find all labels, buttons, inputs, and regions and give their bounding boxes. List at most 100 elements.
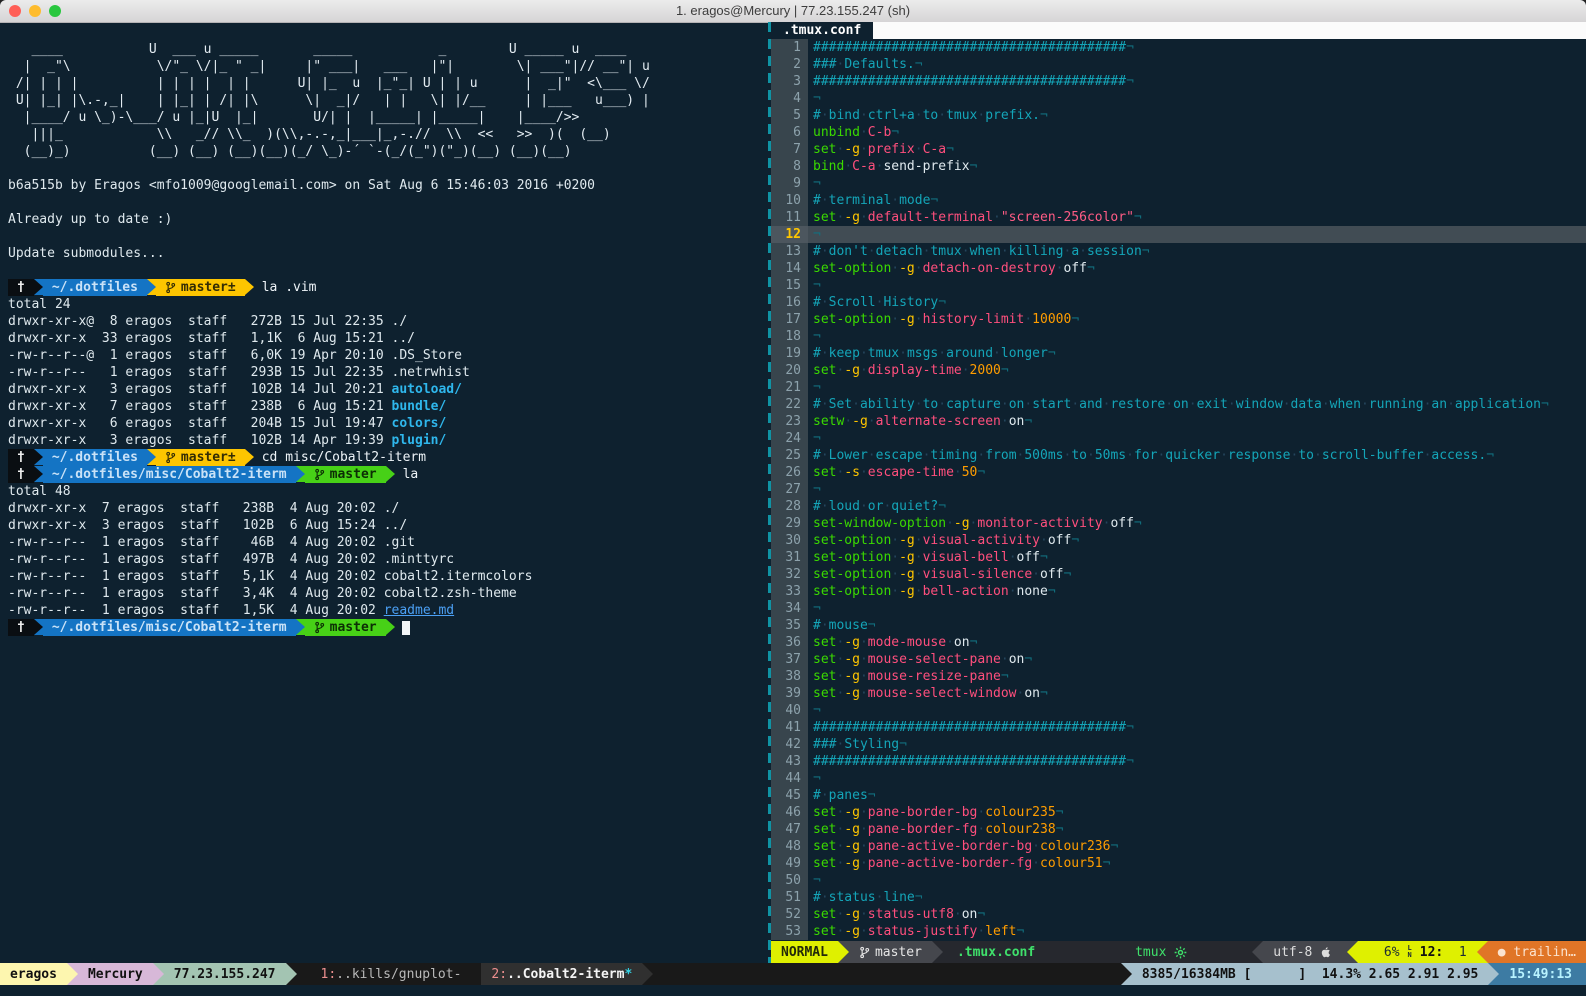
line-number: 30 xyxy=(771,532,808,549)
vim-line: 30set-option·-g·visual-activity·off¬ xyxy=(771,532,1586,549)
vim-mode-indicator: NORMAL xyxy=(771,941,838,963)
powerline-separator xyxy=(1121,963,1132,985)
vim-line-text: #·don't·detach·tmux·when·killing·a·sessi… xyxy=(808,243,1586,260)
tmux-status-bar: eragosMercury77.23.155.2471:..kills/gnup… xyxy=(0,963,1586,985)
terminal-line xyxy=(8,24,776,41)
line-number: 27 xyxy=(771,481,808,498)
vim-line: 8bind·C-a·send-prefix¬ xyxy=(771,158,1586,175)
vim-line: 10#·terminal·mode¬ xyxy=(771,192,1586,209)
line-number-icon: LN xyxy=(1408,945,1412,959)
file-list-row: drwxr-xr-x 3 eragos staff 102B 14 Jul 20… xyxy=(8,381,776,398)
statusline-filename: .tmux.conf xyxy=(943,941,1045,963)
vim-pane[interactable]: .tmux.conf 1############################… xyxy=(771,22,1586,963)
vim-line: 4¬ xyxy=(771,90,1586,107)
vim-line: 50¬ xyxy=(771,872,1586,889)
vim-line: 33set-option·-g·bell-action·none¬ xyxy=(771,583,1586,600)
terminal-cursor[interactable] xyxy=(402,621,410,635)
vim-line-text: ¬ xyxy=(808,702,1586,719)
powerline-separator xyxy=(34,279,43,295)
statusline-position: 6%LN12: 1 xyxy=(1358,941,1477,963)
file-list-row: -rw-r--r-- 1 eragos staff 5,1K 4 Aug 20:… xyxy=(8,568,776,585)
window-title: 1. eragos@Mercury | 77.23.155.247 (sh) xyxy=(0,0,1586,22)
vim-line-text: set·-g·pane-border-fg·colour238¬ xyxy=(808,821,1586,838)
prompt-git-segment: master xyxy=(305,466,386,483)
vim-buffer[interactable]: 1#######################################… xyxy=(771,39,1586,940)
vim-line: 23setw·-g·alternate-screen·on¬ xyxy=(771,413,1586,430)
vim-line: 11set·-g·default-terminal·"screen-256col… xyxy=(771,209,1586,226)
vim-line: 36set·-g·mode-mouse·on¬ xyxy=(771,634,1586,651)
line-number: 53 xyxy=(771,923,808,940)
scroll-percent: 6% xyxy=(1368,945,1399,960)
line-number: 6 xyxy=(771,124,808,141)
vim-line-text: set·-g·pane-active-border-bg·colour236¬ xyxy=(808,838,1586,855)
vim-line: 38set·-g·mouse-resize-pane¬ xyxy=(771,668,1586,685)
powerline-separator xyxy=(245,279,254,295)
file-name: autoload/ xyxy=(392,382,462,397)
file-list-row: drwxr-xr-x 33 eragos staff 1,1K 6 Aug 15… xyxy=(8,330,776,347)
ascii-banner-line: U| |_| |\.-,_| | |_| | /| |\ \| _|/ | | … xyxy=(8,92,776,109)
vim-line-text: ¬ xyxy=(808,90,1586,107)
line-number: 31 xyxy=(771,549,808,566)
vim-line: 28#·loud·or·quiet?¬ xyxy=(771,498,1586,515)
vim-line-text: #·keep·tmux·msgs·around·longer¬ xyxy=(808,345,1586,362)
vim-line-text: #·bind·ctrl+a·to·tmux·prefix.¬ xyxy=(808,107,1586,124)
powerline-separator xyxy=(147,279,156,295)
line-number: 34 xyxy=(771,600,808,617)
shell-pane[interactable]: ____ U ___ u _____ _____ _ U _____ u ___… xyxy=(0,22,776,963)
vim-line: 2###·Defaults.¬ xyxy=(771,56,1586,73)
line-number: 14 xyxy=(771,260,808,277)
line-number: 25 xyxy=(771,447,808,464)
vim-line-text: ¬ xyxy=(808,770,1586,787)
line-number: 52 xyxy=(771,906,808,923)
vim-line: 22#·Set·ability·to·capture·on·start·and·… xyxy=(771,396,1586,413)
tmux-window-tab[interactable]: 2:..Cobalt2-iterm* xyxy=(481,963,642,985)
line-number: 11 xyxy=(771,209,808,226)
file-meta: -rw-r--r--@ 1 eragos staff 6,0K 19 Apr 2… xyxy=(8,348,392,363)
window-title: ..kills/gnuplot xyxy=(336,967,453,982)
vim-line-text: set·-g·mouse-select-pane·on¬ xyxy=(808,651,1586,668)
line-number: 22 xyxy=(771,396,808,413)
vim-line: 49set·-g·pane-active-border-fg·colour51¬ xyxy=(771,855,1586,872)
ascii-banner-line: ____ U ___ u _____ _____ _ U _____ u ___… xyxy=(8,41,776,58)
line-number: 33 xyxy=(771,583,808,600)
tmux-window-gap xyxy=(297,963,311,985)
window-flag: * xyxy=(624,967,632,982)
vim-line: 24¬ xyxy=(771,430,1586,447)
vim-line: 32set-option·-g·visual-silence·off¬ xyxy=(771,566,1586,583)
vim-tab[interactable]: .tmux.conf xyxy=(771,23,871,38)
vim-line-text: setw·-g·alternate-screen·on¬ xyxy=(808,413,1586,430)
vim-line: 14set-option·-g·detach-on-destroy·off¬ xyxy=(771,260,1586,277)
line-number: 35 xyxy=(771,617,808,634)
line-number: 7 xyxy=(771,141,808,158)
ascii-banner-line: |||_ \\ _// \\_ )(\\,-.-,_|___|_,-.// \\… xyxy=(8,126,776,143)
vim-tabline: .tmux.conf xyxy=(771,22,1586,39)
prompt-line: †~/.dotfiles/misc/Cobalt2-itermmasterla xyxy=(8,466,776,483)
line-number: 15 xyxy=(771,277,808,294)
vim-line-text: #·loud·or·quiet?¬ xyxy=(808,498,1586,515)
window-index: 1: xyxy=(321,967,337,982)
git-branch-label: master xyxy=(330,466,377,483)
warning-dot-icon: ● xyxy=(1498,945,1514,960)
statusline-git-branch: master xyxy=(849,941,932,963)
prompt-git-segment: master xyxy=(305,619,386,636)
terminal-line: total 48 xyxy=(8,483,776,500)
vim-line-text: set·-g·mouse-select-window·on¬ xyxy=(808,685,1586,702)
git-branch-icon xyxy=(314,468,325,481)
tmux-window-tab[interactable]: 1:..kills/gnuplot- xyxy=(311,963,472,985)
file-name: .minttyrc xyxy=(384,552,454,567)
line-number: 12 xyxy=(771,226,808,243)
line-number: 17 xyxy=(771,311,808,328)
terminal-line: b6a515b by Eragos <mfo1009@googlemail.co… xyxy=(8,177,776,194)
file-meta: drwxr-xr-x 3 eragos staff 102B 14 Apr 19… xyxy=(8,433,392,448)
file-meta: drwxr-xr-x 7 eragos staff 238B 6 Aug 15:… xyxy=(8,399,392,414)
line-number: 21 xyxy=(771,379,808,396)
vim-line: 40¬ xyxy=(771,702,1586,719)
file-meta: -rw-r--r-- 1 eragos staff 1,5K 4 Aug 20:… xyxy=(8,603,384,618)
titlebar[interactable]: 1. eragos@Mercury | 77.23.155.247 (sh) xyxy=(0,0,1586,23)
vim-line-text: ¬ xyxy=(808,379,1586,396)
file-name: ./ xyxy=(392,314,408,329)
git-branch-icon xyxy=(859,946,870,959)
vim-line-text: set·-g·pane-active-border-fg·colour51¬ xyxy=(808,855,1586,872)
file-name: ../ xyxy=(392,331,415,346)
file-name: .DS_Store xyxy=(392,348,462,363)
